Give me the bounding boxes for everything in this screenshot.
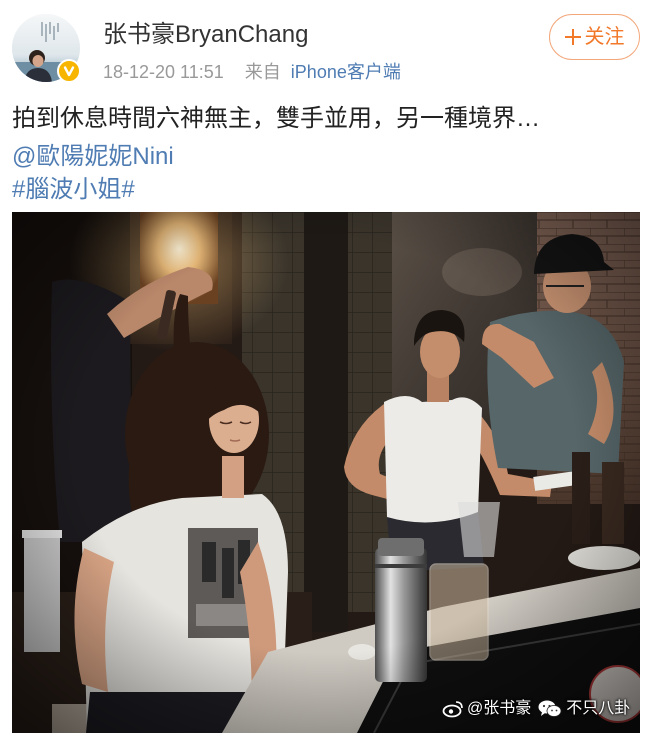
weibo-logo-icon xyxy=(442,700,464,718)
verified-badge-icon xyxy=(57,59,81,83)
author-name[interactable]: 张书豪BryanChang xyxy=(103,19,308,51)
photo-watermark: @张书豪 不只八卦 xyxy=(442,699,630,719)
post-meta: 18-12-20 11:51 来自 iPhone客户端 xyxy=(103,59,401,85)
post-text: 拍到休息時間六神無主，雙手並用，另一種境界… xyxy=(12,105,540,132)
post-timestamp[interactable]: 18-12-20 11:51 xyxy=(103,62,224,82)
follow-button[interactable]: 关注 xyxy=(549,14,640,60)
post-photo[interactable]: @张书豪 不只八卦 xyxy=(12,212,640,733)
photo-scene xyxy=(12,212,640,733)
source-link[interactable]: iPhone客户端 xyxy=(291,62,401,82)
source-prefix: 来自 xyxy=(244,62,281,82)
photo-vignette xyxy=(12,212,640,733)
follow-button-label: 关注 xyxy=(584,26,625,48)
hashtag-link[interactable]: #腦波小姐# xyxy=(12,173,135,207)
watermark-wechat-text: 不只八卦 xyxy=(566,700,631,717)
plus-icon xyxy=(564,29,581,45)
wechat-logo-icon xyxy=(537,699,563,719)
watermark-weibo-text: @张书豪 xyxy=(467,700,532,717)
mention-link[interactable]: @歐陽妮妮Nini xyxy=(12,140,174,174)
